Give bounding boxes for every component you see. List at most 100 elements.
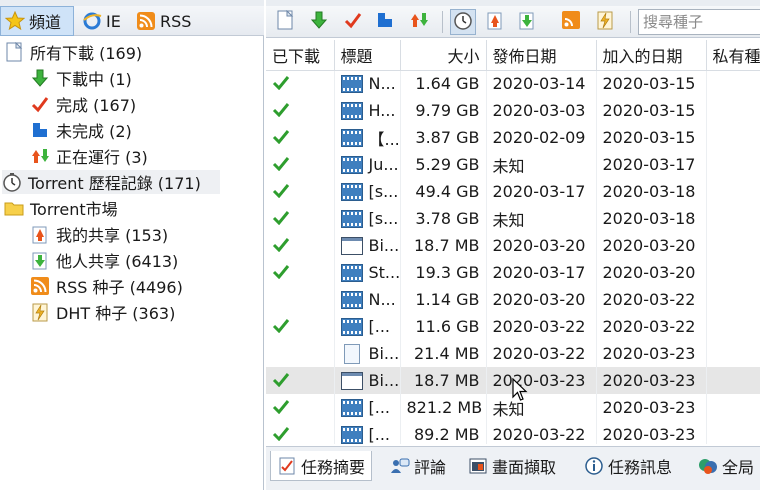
tree-item-history[interactable]: Torrent 歷程記錄 (171) xyxy=(2,170,220,194)
tab-channels[interactable]: 頻道 xyxy=(0,6,74,36)
table-row[interactable]: [... 11.6 GB 2020-03-22 2020-03-22 xyxy=(266,313,760,340)
size-cell: 89.2 MB xyxy=(400,421,487,444)
arrow-down-icon xyxy=(30,68,50,88)
table-row[interactable]: 【... 3.87 GB 2020-02-09 2020-03-15 xyxy=(266,124,760,151)
dht-seeds-button[interactable] xyxy=(592,9,618,35)
title-text: Bi... xyxy=(368,236,400,255)
tree-item-running[interactable]: 正在運行 (3) xyxy=(30,144,148,168)
table-row[interactable]: [... 89.2 MB 2020-03-22 2020-03-23 xyxy=(266,421,760,444)
incomplete-button[interactable] xyxy=(372,9,398,35)
tree-item-downloading[interactable]: 下載中 (1) xyxy=(30,66,132,90)
dht-icon xyxy=(30,302,50,322)
published-cell: 2020-03-14 xyxy=(486,70,597,97)
downloading-button[interactable] xyxy=(306,9,332,35)
column-header-downloaded[interactable]: 已下載 xyxy=(266,40,335,71)
title-cell: [... xyxy=(334,421,401,444)
tree-item-incomplete[interactable]: 未完成 (2) xyxy=(30,118,132,142)
published-cell: 2020-03-03 xyxy=(486,97,597,124)
all-downloads-icon xyxy=(276,9,294,34)
tab-global[interactable]: 全局 xyxy=(692,451,760,481)
tree-item-completed[interactable]: 完成 (167) xyxy=(30,92,136,116)
tab-label: IE xyxy=(106,11,121,31)
title-text: Bi... xyxy=(368,371,400,390)
my-share-button[interactable] xyxy=(482,9,508,35)
table-row[interactable]: St... 19.3 GB 2020-03-17 2020-03-20 xyxy=(266,259,760,286)
running-button[interactable] xyxy=(406,9,432,35)
tree-item-torrent-market[interactable]: Torrent市場 xyxy=(4,196,118,220)
published-cell: 2020-03-17 xyxy=(486,259,597,286)
column-header-added[interactable]: 加入的日期 xyxy=(596,40,707,71)
completed-button[interactable] xyxy=(340,9,366,35)
tree-item-my-share[interactable]: 我的共享 (153) xyxy=(30,222,168,246)
published-cell: 2020-03-23 xyxy=(486,367,597,394)
tab-task-info[interactable]: 任務訊息 xyxy=(578,451,678,481)
private-cell xyxy=(706,313,760,340)
table-row[interactable]: Ju... 5.29 GB 未知 2020-03-17 xyxy=(266,151,760,178)
history-button[interactable] xyxy=(450,9,476,35)
size-cell: 21.4 MB xyxy=(400,340,487,367)
checkmark-icon xyxy=(272,156,290,171)
film-icon xyxy=(340,425,363,444)
channel-panel: 頻道 IE RSS 所有下載 (169) 下載中 (1) 完成 (167) 未完… xyxy=(0,0,264,490)
share-down-icon xyxy=(30,250,50,270)
table-row[interactable]: [s... 3.78 GB 未知 2020-03-18 xyxy=(266,205,760,232)
tree-item-label: 未完成 (2) xyxy=(56,122,132,141)
tab-comments[interactable]: 評論 xyxy=(384,451,452,481)
tab-label: 頻道 xyxy=(29,13,62,32)
film-icon xyxy=(340,182,363,201)
private-cell xyxy=(706,340,760,367)
rss-seeds-button[interactable] xyxy=(558,9,584,35)
tree-item-label: 正在運行 (3) xyxy=(56,148,148,167)
tree-item-others-share[interactable]: 他人共享 (6413) xyxy=(30,248,178,272)
table-row[interactable]: N... 1.14 GB 2020-03-20 2020-03-22 xyxy=(266,286,760,313)
tab-rss[interactable]: RSS xyxy=(132,6,202,36)
tab-label: 任務摘要 xyxy=(301,457,366,477)
title-cell: Bi... xyxy=(334,340,401,367)
window-icon xyxy=(340,236,363,255)
table-row[interactable]: Bi... 18.7 MB 2020-03-23 2020-03-23 xyxy=(266,367,760,394)
downloaded-cell xyxy=(266,340,335,367)
toolbar-separator xyxy=(630,11,631,33)
search-input[interactable] xyxy=(638,9,760,35)
size-cell: 18.7 MB xyxy=(400,232,487,259)
window-icon xyxy=(340,371,363,390)
table-row[interactable]: Bi... 21.4 MB 2020-03-22 2020-03-23 xyxy=(266,340,760,367)
tree-item-all-downloads[interactable]: 所有下載 (169) xyxy=(4,40,142,64)
tree-item-rss-seeds[interactable]: RSS 种子 (4496) xyxy=(30,274,183,298)
table-row[interactable]: Bi... 18.7 MB 2020-03-20 2020-03-20 xyxy=(266,232,760,259)
tab-ie[interactable]: IE xyxy=(78,6,128,36)
tab-label: 評論 xyxy=(414,458,447,477)
title-cell: [... xyxy=(334,394,401,421)
published-cell: 未知 xyxy=(486,394,597,421)
private-cell xyxy=(706,367,760,394)
table-header-row: 已下載 標題 大小 發佈日期 加入的日期 私有種 xyxy=(266,40,760,71)
size-cell: 3.78 GB xyxy=(400,205,487,232)
table-row[interactable]: N... 1.64 GB 2020-03-14 2020-03-15 xyxy=(266,70,760,97)
title-cell: Bi... xyxy=(334,367,401,394)
column-header-private[interactable]: 私有種 xyxy=(706,40,760,71)
checkmark-icon xyxy=(272,426,290,441)
table-row[interactable]: H... 9.79 GB 2020-03-03 2020-03-15 xyxy=(266,97,760,124)
private-cell xyxy=(706,70,760,97)
added-cell: 2020-03-22 xyxy=(596,313,707,340)
size-cell: 1.14 GB xyxy=(400,286,487,313)
all-downloads-button[interactable] xyxy=(272,9,298,35)
tab-screenshots[interactable]: 畫面擷取 xyxy=(462,451,562,481)
size-cell: 49.4 GB xyxy=(400,178,487,205)
published-cell: 2020-03-17 xyxy=(486,178,597,205)
star-icon xyxy=(5,11,25,31)
published-cell: 2020-03-22 xyxy=(486,340,597,367)
table-row[interactable]: [s... 49.4 GB 2020-03-17 2020-03-18 xyxy=(266,178,760,205)
column-header-size[interactable]: 大小 xyxy=(400,40,487,71)
title-cell: Ju... xyxy=(334,151,401,178)
film-icon xyxy=(340,155,363,174)
table-row[interactable]: [... 821.2 MB 未知 2020-03-23 xyxy=(266,394,760,421)
column-header-published[interactable]: 發佈日期 xyxy=(486,40,597,71)
others-share-button[interactable] xyxy=(514,9,540,35)
checkmark-icon xyxy=(272,210,290,225)
title-text: [... xyxy=(368,317,391,336)
film-icon xyxy=(340,101,363,120)
tree-item-dht-seeds[interactable]: DHT 种子 (363) xyxy=(30,300,175,324)
tab-task-summary[interactable]: 任務摘要 xyxy=(270,451,373,481)
column-header-title[interactable]: 標題 xyxy=(334,40,401,71)
